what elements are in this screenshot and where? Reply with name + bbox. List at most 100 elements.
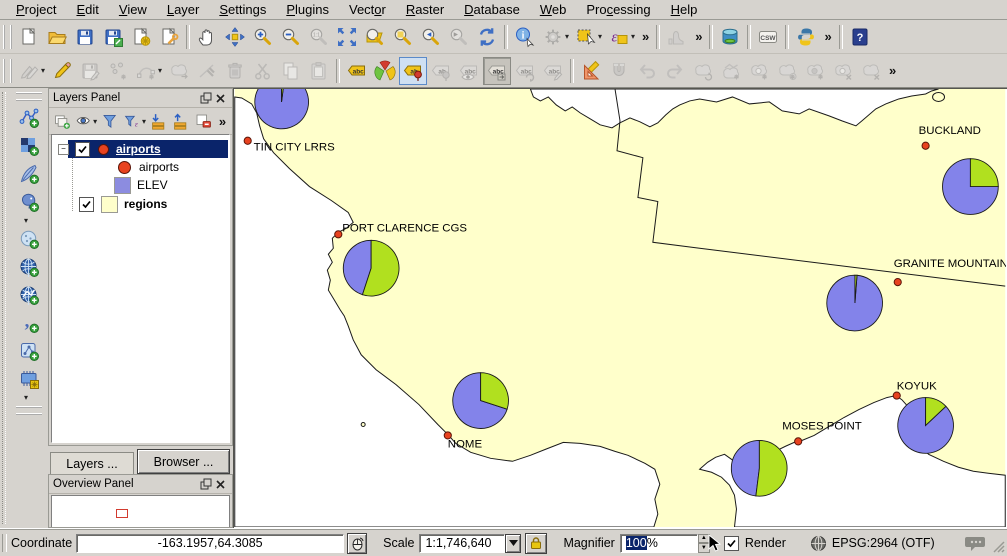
zoom-in-button[interactable] (249, 23, 277, 51)
legend-row-elev[interactable]: ELEV (52, 176, 229, 194)
add-group-button[interactable] (51, 110, 73, 133)
message-log-icon[interactable] (965, 535, 986, 551)
pan-to-selection-button[interactable] (221, 23, 249, 51)
menu-raster[interactable]: Raster (396, 1, 454, 18)
close-panel-icon[interactable] (213, 477, 228, 491)
refresh-map-button[interactable] (473, 23, 501, 51)
python-console-button[interactable] (792, 23, 820, 51)
add-raster-layer-button[interactable] (14, 132, 44, 160)
lock-scale-button[interactable] (525, 533, 547, 554)
overview-extent-rectangle[interactable] (116, 509, 128, 518)
legend-row-airports-symbol[interactable]: airports (52, 158, 229, 176)
layer-tree[interactable]: − airports airports ELEV regions (51, 134, 230, 443)
menu-processing[interactable]: Processing (576, 1, 660, 18)
toolbar-handle[interactable] (16, 92, 42, 101)
add-delimited-text-layer-button[interactable]: , (14, 309, 44, 337)
new-memory-layer-button[interactable] (14, 365, 44, 393)
menu-edit[interactable]: Edit (66, 1, 108, 18)
layer-row-regions[interactable]: regions (52, 195, 229, 213)
filter-by-expression-button[interactable]: ε (122, 110, 144, 133)
layer-visibility-checkbox[interactable] (75, 142, 90, 157)
add-spatialite-layer-button[interactable] (14, 160, 44, 188)
pan-map-button[interactable] (193, 23, 221, 51)
help-contents-button[interactable]: ? (846, 23, 874, 51)
layer-visibility-checkbox[interactable] (79, 197, 94, 212)
toolbar-handle[interactable] (3, 25, 12, 49)
save-project-as-button[interactable] (99, 23, 127, 51)
float-panel-icon[interactable] (198, 477, 213, 491)
identify-features-button[interactable]: i (511, 23, 539, 51)
save-project-button[interactable] (71, 23, 99, 51)
toolbar-overflow-button[interactable]: » (820, 29, 835, 44)
menu-plugins[interactable]: Plugins (276, 1, 339, 18)
toolbar-overflow-button[interactable]: » (638, 29, 653, 44)
crs-status[interactable]: EPSG:2964 (OTF) (832, 536, 935, 550)
layer-label-regions[interactable]: regions (124, 197, 167, 211)
open-project-button[interactable] (43, 23, 71, 51)
zoom-full-button[interactable] (333, 23, 361, 51)
layer-label-airports[interactable]: airports (116, 142, 161, 156)
close-panel-icon[interactable] (213, 91, 228, 105)
add-postgis-layer-button[interactable] (14, 188, 44, 216)
add-wfs-layer-button[interactable] (14, 281, 44, 309)
menu-project[interactable]: Project (6, 1, 66, 18)
float-panel-icon[interactable] (198, 91, 213, 105)
new-print-composer-button[interactable] (127, 23, 155, 51)
filter-legend-button[interactable] (100, 110, 122, 133)
map-canvas[interactable]: TIN CITY LRRSPORT CLARENCE CGSBUCKLANDGR… (233, 88, 1007, 528)
menu-database[interactable]: Database (454, 1, 530, 18)
toolbar-handle[interactable] (3, 59, 12, 83)
add-mssql-layer-button[interactable] (14, 225, 44, 253)
toolbar-overflow-button[interactable]: » (885, 63, 900, 78)
collapse-expander-icon[interactable]: − (58, 144, 69, 155)
tab-browser[interactable]: Browser ... (137, 449, 230, 474)
select-features-button[interactable] (572, 23, 600, 51)
zoom-to-selection-icon (392, 26, 414, 48)
render-checkbox[interactable] (724, 536, 739, 551)
layer-diagram-options-button[interactable] (371, 57, 399, 85)
menu-vector[interactable]: Vector (339, 1, 396, 18)
metasearch-csw-button[interactable]: CSW (754, 23, 782, 51)
expand-all-button[interactable] (149, 110, 171, 133)
magnifier-spinbox[interactable]: 100 % (620, 534, 698, 553)
toggle-extents-mouse-position-button[interactable] (347, 533, 367, 554)
zoom-last-button[interactable] (417, 23, 445, 51)
add-wms-layer-button[interactable] (14, 253, 44, 281)
menu-web[interactable]: Web (530, 1, 577, 18)
layer-labeling-options-button[interactable]: abc (343, 57, 371, 85)
toolbar-overflow-button[interactable]: » (691, 29, 706, 44)
zoom-out-button[interactable] (277, 23, 305, 51)
add-virtual-layer-button[interactable] (14, 337, 44, 365)
menu-help[interactable]: Help (661, 1, 708, 18)
remove-layer-button[interactable] (193, 110, 215, 133)
composer-manager-button[interactable] (155, 23, 183, 51)
db-manager-button[interactable] (716, 23, 744, 51)
airport-label: BUCKLAND (919, 125, 981, 137)
resize-grip[interactable] (992, 540, 1006, 554)
new-project-button[interactable] (15, 23, 43, 51)
layer-row-airports[interactable]: − airports (52, 140, 229, 158)
toggle-editing-button[interactable] (48, 57, 76, 85)
zoom-to-layer-button[interactable] (361, 23, 389, 51)
menu-view[interactable]: View (109, 1, 157, 18)
add-vector-layer-button[interactable] (14, 104, 44, 132)
pin-unpin-labels-button[interactable]: ab (399, 57, 427, 85)
new-memory-layer-dropdown-icon[interactable]: ▾ (24, 393, 31, 402)
move-label-button[interactable]: abc (483, 57, 511, 85)
scale-dropdown-button[interactable] (505, 534, 521, 553)
add-postgis-layer-dropdown-icon[interactable]: ▾ (24, 216, 31, 225)
coordinate-input[interactable]: -163.1957,64.3085 (76, 534, 344, 553)
zoom-to-selection-button[interactable] (389, 23, 417, 51)
advanced-digitizing-tools-button[interactable] (577, 57, 605, 85)
crs-globe-icon[interactable] (810, 535, 827, 552)
scale-combobox[interactable]: 1:1,746,640 (419, 534, 505, 553)
overview-map[interactable] (51, 495, 230, 527)
select-by-expression-button[interactable]: ε (605, 23, 633, 51)
toolbar-handle[interactable] (16, 406, 42, 415)
tab-layers[interactable]: Layers ... (50, 452, 134, 474)
collapse-all-button[interactable] (171, 110, 193, 133)
menu-settings[interactable]: Settings (209, 1, 276, 18)
menu-layer[interactable]: Layer (157, 1, 210, 18)
toolbar-overflow-button[interactable]: » (215, 114, 230, 129)
manage-layer-visibility-button[interactable] (73, 110, 95, 133)
